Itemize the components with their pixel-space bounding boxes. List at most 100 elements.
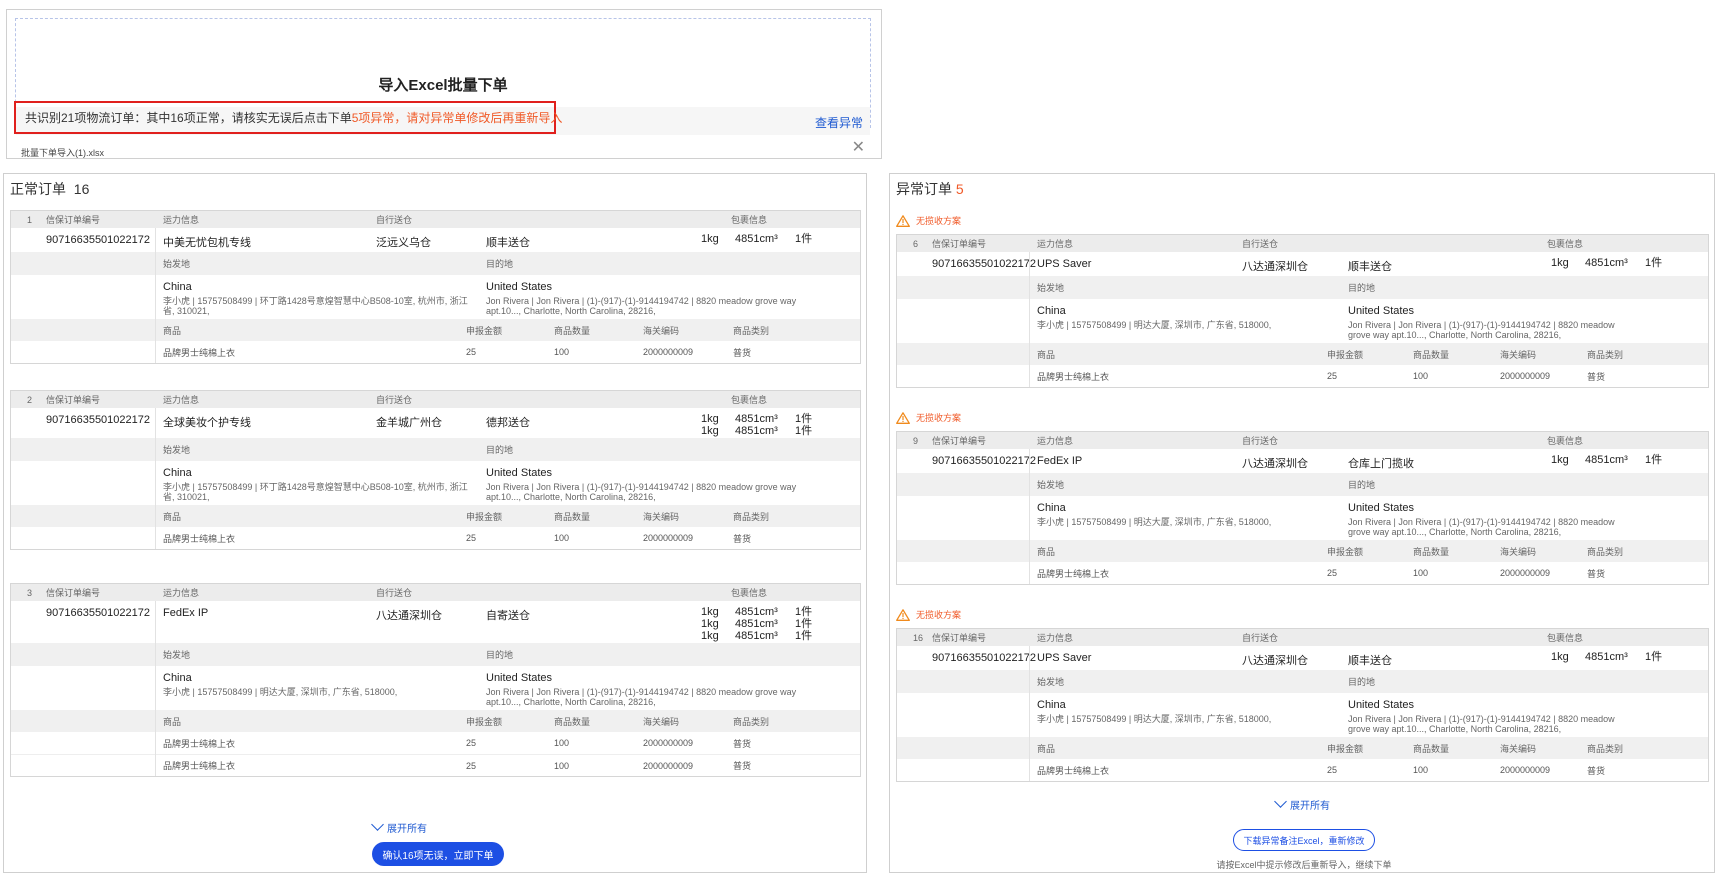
delivery-method: 顺丰送仓 — [1348, 261, 1392, 273]
order-number[interactable]: 90716635501022172 — [932, 258, 1036, 270]
package-count: 1件 — [1645, 454, 1663, 466]
header-category: 商品类别 — [733, 511, 770, 522]
warehouse-name: 八达通深圳仓 — [1242, 655, 1308, 667]
package-count: 1件 — [795, 606, 813, 618]
transport-name: FedEx IP — [163, 607, 209, 619]
origin-country: China — [163, 281, 192, 293]
order-number[interactable]: 90716635501022172 — [46, 234, 150, 246]
order-index: 16 — [913, 632, 924, 643]
destination-country: United States — [486, 281, 553, 293]
package-volume: 4851cm³ — [1585, 454, 1628, 466]
header-destination: 目的地 — [1348, 677, 1376, 687]
header-order-no: 信保订单编号 — [932, 633, 987, 643]
header-order-no: 信保订单编号 — [46, 588, 101, 598]
view-abnormal-link[interactable]: 查看异常 — [815, 114, 863, 131]
goods-name: 品牌男士纯棉上衣 — [1037, 765, 1110, 776]
header-hs: 海关编码 — [643, 511, 680, 522]
destination-address: Jon Rivera | Jon Rivera | (1)-(917)-(1)-… — [1348, 517, 1615, 537]
order-index: 2 — [27, 394, 33, 405]
goods-hs: 2000000009 — [643, 533, 694, 543]
header-self-delivery: 自行送仓 — [376, 588, 413, 598]
goods-header-row: 商品 申报金额 商品数量 海关编码 商品类别 — [897, 737, 1708, 759]
order-warning: 无揽收方案 — [896, 608, 961, 621]
order-number[interactable]: 90716635501022172 — [46, 414, 150, 426]
origin-address: 李小虎 | 15757508499 | 明达大厦, 深圳市, 广东省, 5180… — [1037, 320, 1272, 330]
destination-country: United States — [486, 467, 553, 479]
confirm-order-button[interactable]: 确认16项无误，立即下单 — [372, 842, 504, 866]
close-icon[interactable]: ✕ — [852, 140, 865, 156]
delivery-method: 仓库上门揽收 — [1348, 458, 1414, 470]
package-line: 1kg 4851cm³ 1件 — [701, 425, 812, 437]
header-category: 商品类别 — [1587, 743, 1624, 754]
order-card: 1 信保订单编号 运力信息 自行送仓 包裹信息 90716635501022172 中美无忧… — [10, 210, 861, 364]
address-row: China 李小虎 | 15757508499 | 明达大厦, 深圳市, 广东省,… — [897, 693, 1708, 737]
origin-address: 李小虎 | 15757508499 | 明达大厦, 深圳市, 广东省, 5180… — [1037, 517, 1272, 527]
package-count: 1件 — [795, 233, 813, 245]
destination-address: Jon Rivera | Jon Rivera | (1)-(917)-(1)-… — [1348, 320, 1615, 340]
package-line: 1kg 4851cm³ 1件 — [1551, 651, 1662, 663]
order-main-row: 90716635501022172 UPS Saver 八达通深圳仓 顺丰送仓 1kg 4… — [897, 252, 1708, 276]
goods-hs: 2000000009 — [1500, 765, 1551, 775]
header-origin: 始发地 — [163, 259, 191, 269]
index-column-divider — [155, 408, 156, 549]
order-main-row: 90716635501022172 中美无忧包机专线 泛远义乌仓 顺丰送仓 1kg 485… — [11, 228, 860, 252]
header-category: 商品类别 — [733, 716, 770, 727]
origin-block: China 李小虎 | 15757508499 | 环丁路1428号意煌智慧中心B… — [163, 281, 476, 316]
header-declared: 申报金额 — [466, 716, 503, 727]
goods-category: 普货 — [733, 533, 752, 544]
goods-name: 品牌男士纯棉上衣 — [163, 761, 236, 771]
package-count: 1件 — [795, 425, 813, 437]
origin-block: China 李小虎 | 15757508499 | 明达大厦, 深圳市, 广东省,… — [1037, 305, 1338, 330]
goods-name: 品牌男士纯棉上衣 — [1037, 371, 1110, 382]
goods-row: 品牌男士纯棉上衣 25 100 2000000009 普货 — [11, 341, 860, 363]
download-abnormal-excel-button[interactable]: 下载异常备注Excel，重新修改 — [1233, 829, 1375, 851]
package-weight: 1kg — [1551, 651, 1569, 663]
abnormal-title-text: 异常订单 — [896, 181, 952, 197]
abnormal-expand-all[interactable]: 展开所有 — [1274, 795, 1330, 812]
normal-expand-all[interactable]: 展开所有 — [371, 818, 427, 835]
order-warning: 无揽收方案 — [896, 214, 961, 227]
warning-text: 无揽收方案 — [916, 216, 962, 226]
import-panel: 导入Excel批量下单 共识别21项物流订单：其中16项正常，请核实无误后点击下… — [6, 9, 882, 159]
package-list: 1kg 4851cm³ 1件 — [701, 233, 812, 245]
chevron-down-icon — [1274, 795, 1287, 808]
origin-block: China 李小虎 | 15757508499 | 明达大厦, 深圳市, 广东省,… — [1037, 502, 1338, 527]
address-header-row: 始发地 目的地 — [897, 670, 1708, 693]
order-index: 1 — [27, 214, 33, 225]
warning-icon — [896, 608, 910, 621]
header-origin: 始发地 — [163, 650, 191, 660]
header-hs: 海关编码 — [1500, 546, 1537, 557]
header-qty: 商品数量 — [554, 716, 591, 727]
header-package: 包裹信息 — [731, 395, 768, 405]
package-volume: 4851cm³ — [735, 606, 778, 618]
package-volume: 4851cm³ — [735, 630, 778, 642]
package-volume: 4851cm³ — [735, 233, 778, 245]
destination-block: United States Jon Rivera | Jon Rivera | (… — [486, 672, 801, 707]
origin-address: 李小虎 | 15757508499 | 明达大厦, 深圳市, 广东省, 5180… — [163, 687, 398, 697]
goods-declared: 25 — [466, 738, 477, 748]
package-volume: 4851cm³ — [1585, 257, 1628, 269]
goods-header-row: 商品 申报金额 商品数量 海关编码 商品类别 — [897, 343, 1708, 365]
header-self-delivery: 自行送仓 — [376, 215, 413, 225]
goods-declared: 25 — [466, 347, 477, 357]
order-number[interactable]: 90716635501022172 — [932, 455, 1036, 467]
delivery-method: 自寄送仓 — [486, 610, 530, 622]
order-number[interactable]: 90716635501022172 — [932, 652, 1036, 664]
header-goods: 商品 — [163, 325, 182, 336]
origin-address: 李小虎 | 15757508499 | 环丁路1428号意煌智慧中心B508-1… — [163, 482, 468, 502]
header-order-no: 信保订单编号 — [46, 395, 101, 405]
package-line: 1kg 4851cm³ 1件 — [701, 618, 812, 630]
package-list: 1kg 4851cm³ 1件 1kg 4851cm³ 1件 — [701, 413, 812, 437]
origin-country: China — [1037, 305, 1066, 317]
header-origin: 始发地 — [1037, 480, 1065, 490]
destination-block: United States Jon Rivera | Jon Rivera | (… — [1348, 305, 1617, 340]
goods-declared: 25 — [466, 533, 477, 543]
transport-name: UPS Saver — [1037, 258, 1092, 270]
index-column-divider — [1029, 449, 1030, 584]
index-column-divider — [1029, 252, 1030, 387]
header-destination: 目的地 — [486, 445, 514, 455]
header-goods: 商品 — [163, 511, 182, 522]
warning-icon — [896, 411, 910, 424]
order-warning: 无揽收方案 — [896, 411, 961, 424]
order-number[interactable]: 90716635501022172 — [46, 607, 150, 619]
